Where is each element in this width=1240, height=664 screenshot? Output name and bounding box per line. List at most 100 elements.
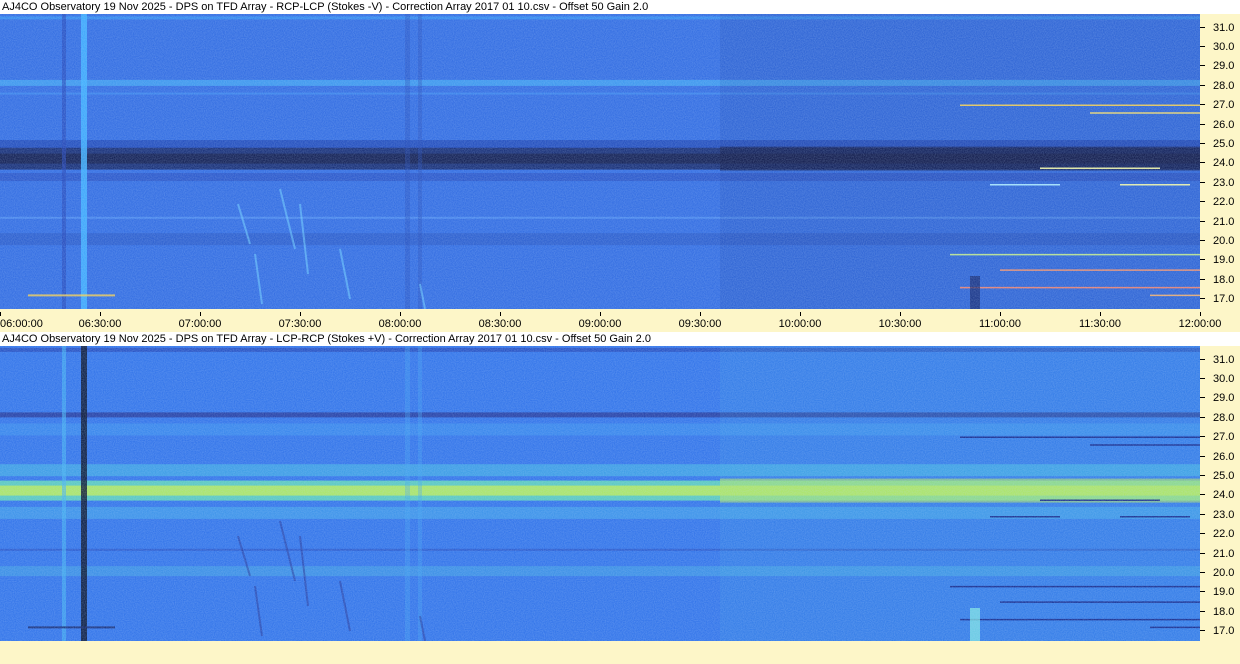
y-tick-mark [1200, 298, 1205, 300]
x-tick-label: 12:00:00 [1178, 318, 1222, 330]
y-tick-label: 19.0 [1213, 586, 1235, 599]
y-tick-bottom-6: 25.0 [1200, 470, 1240, 482]
x-tick-mark [900, 312, 901, 316]
spectrogram-bottom [0, 346, 1200, 641]
spectrogram-title-bottom: AJ4CO Observatory 19 Nov 2025 - DPS on T… [0, 332, 1240, 346]
y-tick-mark [1200, 377, 1205, 379]
x-tick-mark [1000, 312, 1001, 316]
y-tick-mark [1200, 84, 1205, 86]
y-tick-mark [1200, 494, 1205, 496]
x-tick-mark [100, 312, 101, 316]
y-tick-mark [1200, 475, 1205, 477]
x-tick-label: 11:00:00 [978, 318, 1022, 330]
y-tick-label: 31.0 [1213, 353, 1235, 366]
y-tick-bottom-3: 28.0 [1200, 412, 1240, 424]
x-tick-label: 10:30:00 [878, 318, 922, 330]
noise-overlay [0, 14, 1200, 309]
x-tick-mark [0, 312, 1, 316]
y-tick-top-13: 18.0 [1200, 274, 1240, 286]
x-tick-label: 09:00:00 [578, 318, 622, 330]
x-tick-mark [600, 312, 601, 316]
spectrogram-top [0, 14, 1200, 309]
y-tick-bottom-12: 19.0 [1200, 586, 1240, 598]
y-tick-top-12: 19.0 [1200, 254, 1240, 266]
y-tick-label: 28.0 [1213, 79, 1235, 92]
x-tick-mark [200, 312, 201, 316]
y-tick-bottom-13: 18.0 [1200, 606, 1240, 618]
y-tick-mark [1200, 533, 1205, 535]
y-tick-top-2: 29.0 [1200, 60, 1240, 72]
y-tick-mark [1200, 278, 1205, 280]
x-tick-mark [500, 312, 501, 316]
y-tick-label: 25.0 [1213, 470, 1235, 483]
y-tick-mark [1200, 123, 1205, 125]
y-tick-label: 28.0 [1213, 411, 1235, 424]
spectrogram-title-top: AJ4CO Observatory 19 Nov 2025 - DPS on T… [0, 0, 1240, 14]
y-tick-label: 26.0 [1213, 450, 1235, 463]
y-tick-mark [1200, 455, 1205, 457]
y-tick-mark [1200, 513, 1205, 515]
y-tick-label: 29.0 [1213, 392, 1235, 405]
x-tick-label: 07:00:00 [178, 318, 222, 330]
frequency-axis-bottom: 31.0 30.0 29.0 28.0 27.0 26.0 25.0 24.0 23.0 22.0… [1200, 346, 1240, 641]
y-tick-label: 27.0 [1213, 99, 1235, 112]
y-tick-label: 22.0 [1213, 528, 1235, 541]
x-tick-label: 11:30:00 [1078, 318, 1122, 330]
y-tick-label: 20.0 [1213, 235, 1235, 248]
y-tick-top-8: 23.0 [1200, 177, 1240, 189]
x-tick-label: 07:30:00 [278, 318, 322, 330]
y-tick-mark [1200, 104, 1205, 106]
y-tick-top-0: 31.0 [1200, 22, 1240, 34]
x-tick-mark [1100, 312, 1101, 316]
y-tick-label: 31.0 [1213, 21, 1235, 34]
y-tick-mark [1200, 65, 1205, 67]
y-tick-label: 24.0 [1213, 489, 1235, 502]
y-tick-label: 21.0 [1213, 547, 1235, 560]
y-tick-top-9: 22.0 [1200, 196, 1240, 208]
y-tick-label: 29.0 [1213, 60, 1235, 73]
y-tick-bottom-7: 24.0 [1200, 489, 1240, 501]
y-tick-bottom-9: 22.0 [1200, 528, 1240, 540]
y-tick-top-14: 17.0 [1200, 293, 1240, 305]
y-tick-mark [1200, 610, 1205, 612]
y-tick-bottom-4: 27.0 [1200, 431, 1240, 443]
y-tick-mark [1200, 259, 1205, 261]
spectrogram-canvas-bottom [0, 346, 1200, 641]
y-tick-label: 30.0 [1213, 372, 1235, 385]
y-tick-mark [1200, 436, 1205, 438]
spectrogram-canvas-top [0, 14, 1200, 309]
y-tick-bottom-2: 29.0 [1200, 392, 1240, 404]
y-tick-label: 17.0 [1213, 625, 1235, 638]
y-tick-label: 25.0 [1213, 138, 1235, 151]
x-tick-mark [300, 312, 301, 316]
y-tick-top-5: 26.0 [1200, 119, 1240, 131]
x-tick-mark [400, 312, 401, 316]
y-tick-label: 17.0 [1213, 293, 1235, 306]
y-tick-top-7: 24.0 [1200, 157, 1240, 169]
y-tick-bottom-11: 20.0 [1200, 567, 1240, 579]
y-tick-mark [1200, 26, 1205, 28]
y-tick-mark [1200, 630, 1205, 632]
y-tick-bottom-0: 31.0 [1200, 354, 1240, 366]
y-tick-top-1: 30.0 [1200, 41, 1240, 53]
y-tick-mark [1200, 591, 1205, 593]
y-tick-mark [1200, 220, 1205, 222]
y-tick-mark [1200, 45, 1205, 47]
y-tick-mark [1200, 552, 1205, 554]
y-tick-label: 20.0 [1213, 567, 1235, 580]
y-tick-mark [1200, 397, 1205, 399]
x-tick-label: 08:30:00 [478, 318, 522, 330]
y-tick-bottom-5: 26.0 [1200, 451, 1240, 463]
x-tick-mark [800, 312, 801, 316]
x-tick-label: 06:00:00 [0, 318, 43, 330]
noise-overlay [0, 346, 1200, 641]
x-tick-mark [1200, 312, 1201, 316]
y-tick-mark [1200, 416, 1205, 418]
y-tick-label: 18.0 [1213, 605, 1235, 618]
y-tick-mark [1200, 572, 1205, 574]
y-tick-label: 27.0 [1213, 431, 1235, 444]
y-tick-top-11: 20.0 [1200, 235, 1240, 247]
x-tick-mark [700, 312, 701, 316]
y-tick-bottom-8: 23.0 [1200, 509, 1240, 521]
y-tick-top-4: 27.0 [1200, 99, 1240, 111]
